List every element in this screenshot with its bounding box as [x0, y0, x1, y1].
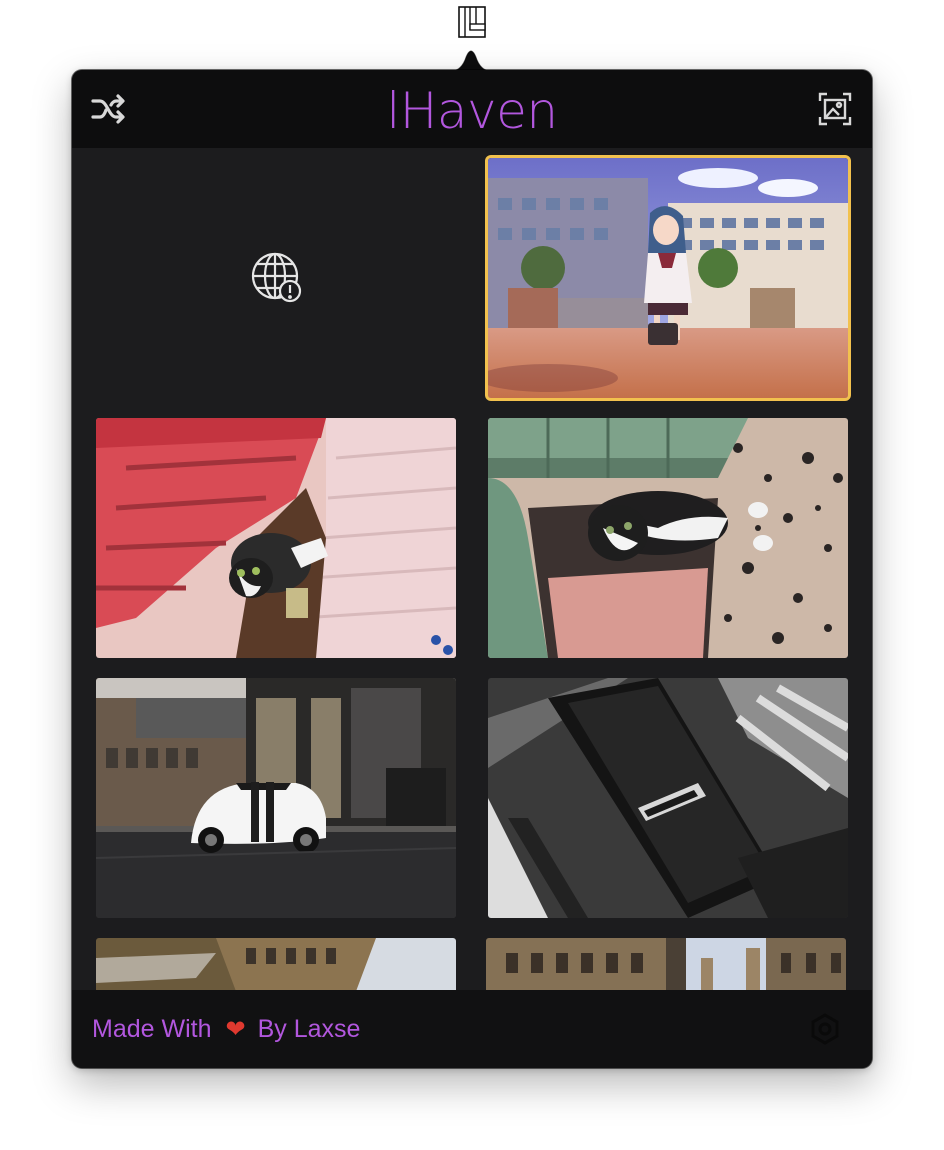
- header-bar: lHaven: [72, 70, 872, 148]
- author-link[interactable]: By Laxse: [258, 1015, 361, 1043]
- wallpaper-tile-shelby[interactable]: [488, 678, 848, 918]
- app-title: lHaven: [386, 82, 558, 140]
- wallpaper-tile-street[interactable]: [96, 938, 456, 990]
- wallpaper-tile-kitten-green[interactable]: [488, 418, 848, 658]
- wallpaper-grid: [72, 148, 872, 990]
- heart-icon: ❤: [225, 1016, 246, 1043]
- made-with-text: Made With: [92, 1015, 212, 1043]
- wallpaper-tile-mustang[interactable]: [96, 678, 456, 918]
- gallery-button[interactable]: [816, 90, 854, 128]
- app-popover: lHaven Made With ❤ By Laxse: [72, 70, 872, 1068]
- wallpaper-tile-buildings[interactable]: [486, 938, 846, 990]
- settings-button[interactable]: [808, 1012, 842, 1046]
- settings-icon: [811, 1013, 839, 1045]
- menubar-app-icon[interactable]: [458, 6, 486, 38]
- footer-bar: Made With ❤ By Laxse: [72, 990, 872, 1068]
- wallpaper-tile-anime[interactable]: [488, 158, 848, 398]
- wallpaper-tile-kitten-red[interactable]: [96, 418, 456, 658]
- image-gallery-icon: [818, 92, 852, 126]
- globe-warning-icon: [251, 252, 302, 303]
- popover-arrow: [447, 48, 495, 73]
- credits: Made With ❤ By Laxse: [92, 1014, 360, 1045]
- wallpaper-tile-offline[interactable]: [96, 158, 456, 398]
